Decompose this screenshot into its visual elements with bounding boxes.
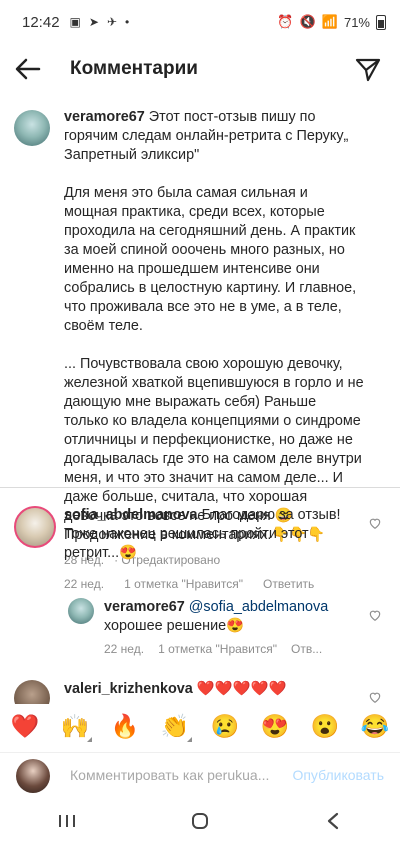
home-button[interactable] bbox=[180, 809, 220, 833]
emoji-quick-bar: ❤️ 🙌 🔥 👏 😢 😍 😮 😂 bbox=[0, 706, 400, 746]
mute-icon: 🔇 bbox=[299, 14, 316, 29]
back-button[interactable] bbox=[0, 44, 56, 94]
heart-outline-icon[interactable] bbox=[368, 608, 382, 622]
direct-send-icon[interactable] bbox=[354, 56, 382, 84]
battery-icon bbox=[376, 14, 386, 30]
status-bar: 12:42 ▣ ➤ ✈ • ⏰ 🔇 📶 71% bbox=[0, 0, 400, 44]
home-icon bbox=[191, 813, 208, 829]
heart-outline-icon[interactable] bbox=[368, 690, 382, 704]
top-bar: Комментарии bbox=[0, 44, 400, 94]
emoji-fire-button[interactable]: 🔥 bbox=[111, 713, 140, 740]
comment: sofia_abdelmanova Благодарю за отзыв! То… bbox=[64, 506, 364, 591]
divider bbox=[0, 487, 400, 488]
alarm-icon: ⏰ bbox=[277, 14, 294, 29]
publish-button[interactable]: Опубликовать bbox=[292, 767, 384, 783]
emoji-laughing-button[interactable]: 😂 bbox=[361, 713, 390, 740]
recent-apps-icon bbox=[58, 815, 75, 827]
dot-icon: • bbox=[125, 15, 130, 29]
gallery-icon: ▣ bbox=[69, 15, 81, 29]
reply-comment: veramore67 @sofia_abdelmanova хорошее ре… bbox=[104, 598, 368, 656]
emoji-clap-button[interactable]: 👏 bbox=[161, 713, 192, 742]
emoji-crying-button[interactable]: 😢 bbox=[211, 713, 240, 740]
recent-apps-button[interactable] bbox=[47, 809, 87, 833]
emoji-surprised-button[interactable]: 😮 bbox=[311, 713, 340, 740]
comment-likes[interactable]: 1 отметка "Нравится" bbox=[158, 642, 277, 656]
mention-link[interactable]: @sofia_abdelmanova bbox=[185, 599, 328, 615]
comment-input[interactable]: Комментировать как perukua... bbox=[70, 767, 269, 783]
emoji-heart-eyes-button[interactable]: 😍 bbox=[261, 713, 290, 740]
comments-feed[interactable]: veramore67 Этот пост-отзыв пишу по горяч… bbox=[0, 96, 400, 704]
post-caption: veramore67 Этот пост-отзыв пишу по горяч… bbox=[64, 108, 364, 570]
comment-username[interactable]: veramore67 bbox=[104, 599, 185, 615]
post-username[interactable]: veramore67 bbox=[64, 109, 145, 125]
page-title: Комментарии bbox=[70, 58, 198, 79]
user-avatar bbox=[16, 759, 50, 793]
back-arrow-icon bbox=[15, 58, 41, 80]
avatar[interactable] bbox=[14, 506, 56, 548]
avatar[interactable] bbox=[14, 680, 50, 704]
comment-text: veramore67 @sofia_abdelmanova хорошее ре… bbox=[104, 599, 329, 634]
emoji-raised-hands-button[interactable]: 🙌 bbox=[61, 713, 92, 742]
reply-button[interactable]: Ответить bbox=[263, 577, 314, 591]
comment-meta: 22 нед. 1 отметка "Нравится" Ответить bbox=[64, 577, 364, 591]
battery-percent: 71% bbox=[343, 14, 370, 30]
system-icons: ⏰ 🔇 📶 71% bbox=[277, 14, 386, 30]
comment: valeri_krizhenkova ❤️❤️❤️❤️❤️ bbox=[64, 680, 364, 699]
chevron-left-icon bbox=[328, 812, 339, 830]
navigation-icon: ➤ bbox=[88, 15, 99, 29]
reply-button[interactable]: Отв... bbox=[291, 642, 322, 656]
comment-text: valeri_krizhenkova ❤️❤️❤️❤️❤️ bbox=[64, 681, 287, 697]
back-nav-button[interactable] bbox=[313, 809, 353, 833]
comment-likes[interactable]: 1 отметка "Нравится" bbox=[124, 577, 243, 591]
status-time: 12:42 bbox=[22, 13, 60, 31]
comment-username[interactable]: sofia_abdelmanova bbox=[64, 507, 198, 523]
heart-outline-icon[interactable] bbox=[368, 516, 382, 530]
telegram-icon: ✈ bbox=[106, 15, 118, 29]
emoji-heart-button[interactable]: ❤️ bbox=[11, 713, 40, 740]
comment-time: 22 нед. bbox=[104, 642, 145, 656]
avatar[interactable] bbox=[68, 598, 94, 624]
notification-icons: ▣ ➤ ✈ • bbox=[70, 15, 130, 29]
wifi-icon: 📶 bbox=[321, 14, 338, 29]
system-nav-bar bbox=[0, 798, 400, 844]
comment-compose: Комментировать как perukua... Опубликова… bbox=[0, 752, 400, 798]
post-paragraph: Для меня это была самая сильная и мощная… bbox=[64, 185, 357, 334]
comment-text: sofia_abdelmanova Благодарю за отзыв! То… bbox=[64, 507, 341, 561]
comment-time: 22 нед. bbox=[64, 577, 105, 591]
comment-username[interactable]: valeri_krizhenkova bbox=[64, 681, 193, 697]
avatar[interactable] bbox=[14, 110, 50, 146]
comment-meta: 22 нед. 1 отметка "Нравится" Отв... bbox=[104, 642, 368, 656]
